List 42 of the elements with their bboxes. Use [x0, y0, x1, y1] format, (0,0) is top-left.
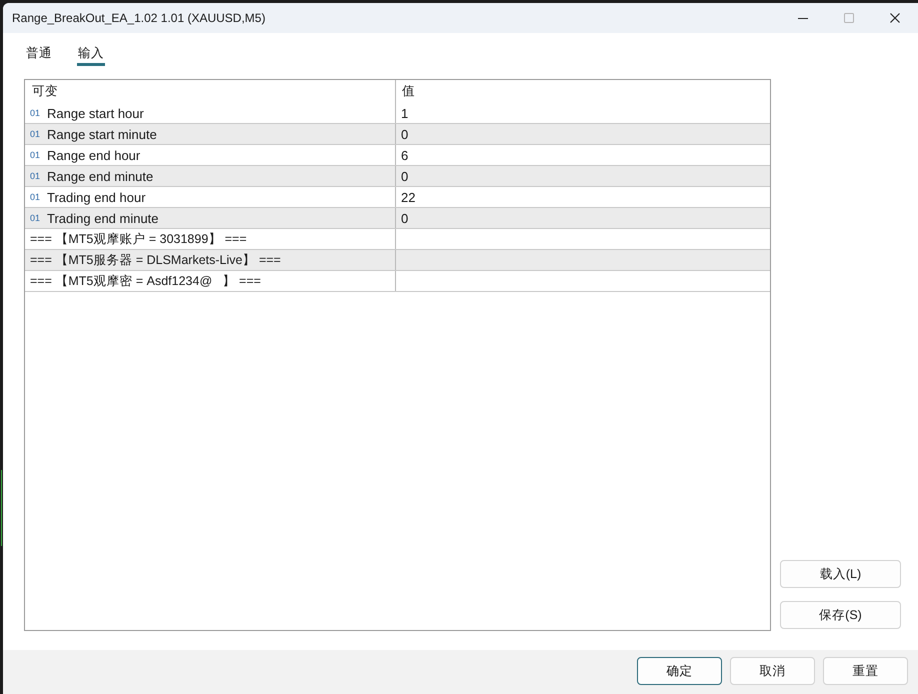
column-header: 可变	[32, 83, 58, 100]
tab[interactable]: 输入	[77, 42, 105, 66]
parameter-name: Range start hour	[47, 106, 144, 120]
integer-type-label: 01	[30, 129, 42, 139]
parameter-value[interactable]: 22	[401, 190, 416, 204]
side-button[interactable]: 载入(L)	[780, 560, 901, 588]
parameter-value[interactable]: 0	[401, 126, 408, 142]
side-button[interactable]: 保存(S)	[780, 601, 901, 629]
table-row[interactable]: === 【MT5观摩账户 = 3031899】 ===	[25, 229, 770, 250]
integer-type-label: 01	[30, 150, 42, 160]
parameter-value[interactable]: 0	[401, 168, 408, 184]
column-header: 值	[402, 83, 415, 100]
table-row[interactable]: 01 Range start minute 0	[25, 124, 770, 145]
table-row[interactable]: 01 Range end minute 0	[25, 166, 770, 187]
table-row[interactable]: === 【MT5观摩密 = Asdf1234@ 】 ===	[25, 271, 770, 292]
parameter-value[interactable]: 1	[401, 106, 408, 120]
window-title: Range_BreakOut_EA_1.02 1.01 (XAUUSD,M5)	[11, 11, 266, 25]
maximize-icon	[844, 13, 854, 23]
table-row[interactable]: 01 Trading end minute 0	[25, 208, 770, 229]
parameter-name: Range start minute	[47, 126, 157, 142]
group-header: === 【MT5观摩密 = Asdf1234@ 】 ===	[30, 272, 261, 290]
parameter-value[interactable]: 0	[401, 210, 408, 226]
group-header: === 【MT5服务器 = DLSMarkets-Live】 ===	[30, 252, 281, 268]
table-row[interactable]: 01 Range start hour 1	[25, 103, 770, 124]
integer-type-label: 01	[30, 192, 42, 202]
parameter-name: Range end hour	[47, 148, 140, 162]
dialog-button[interactable]: 取消	[730, 657, 815, 685]
dialog-button[interactable]: 重置	[823, 657, 908, 685]
integer-type-label: 01	[30, 108, 42, 118]
table-row[interactable]: === 【MT5服务器 = DLSMarkets-Live】 ===	[25, 250, 770, 271]
close-icon	[890, 13, 900, 23]
integer-type-label: 01	[30, 171, 42, 181]
table-row[interactable]: 01 Trading end hour 22	[25, 187, 770, 208]
dialog-button[interactable]: 确定	[637, 657, 722, 685]
group-header: === 【MT5观摩账户 = 3031899】 ===	[30, 230, 247, 248]
parameter-name: Range end minute	[47, 168, 154, 184]
table-row[interactable]: 01 Range end hour 6	[25, 145, 770, 166]
parameter-value[interactable]: 6	[401, 148, 408, 162]
tab[interactable]: 普通	[25, 42, 53, 66]
integer-type-label: 01	[30, 213, 42, 223]
parameter-name: Trading end minute	[47, 210, 159, 226]
parameter-name: Trading end hour	[47, 190, 146, 204]
